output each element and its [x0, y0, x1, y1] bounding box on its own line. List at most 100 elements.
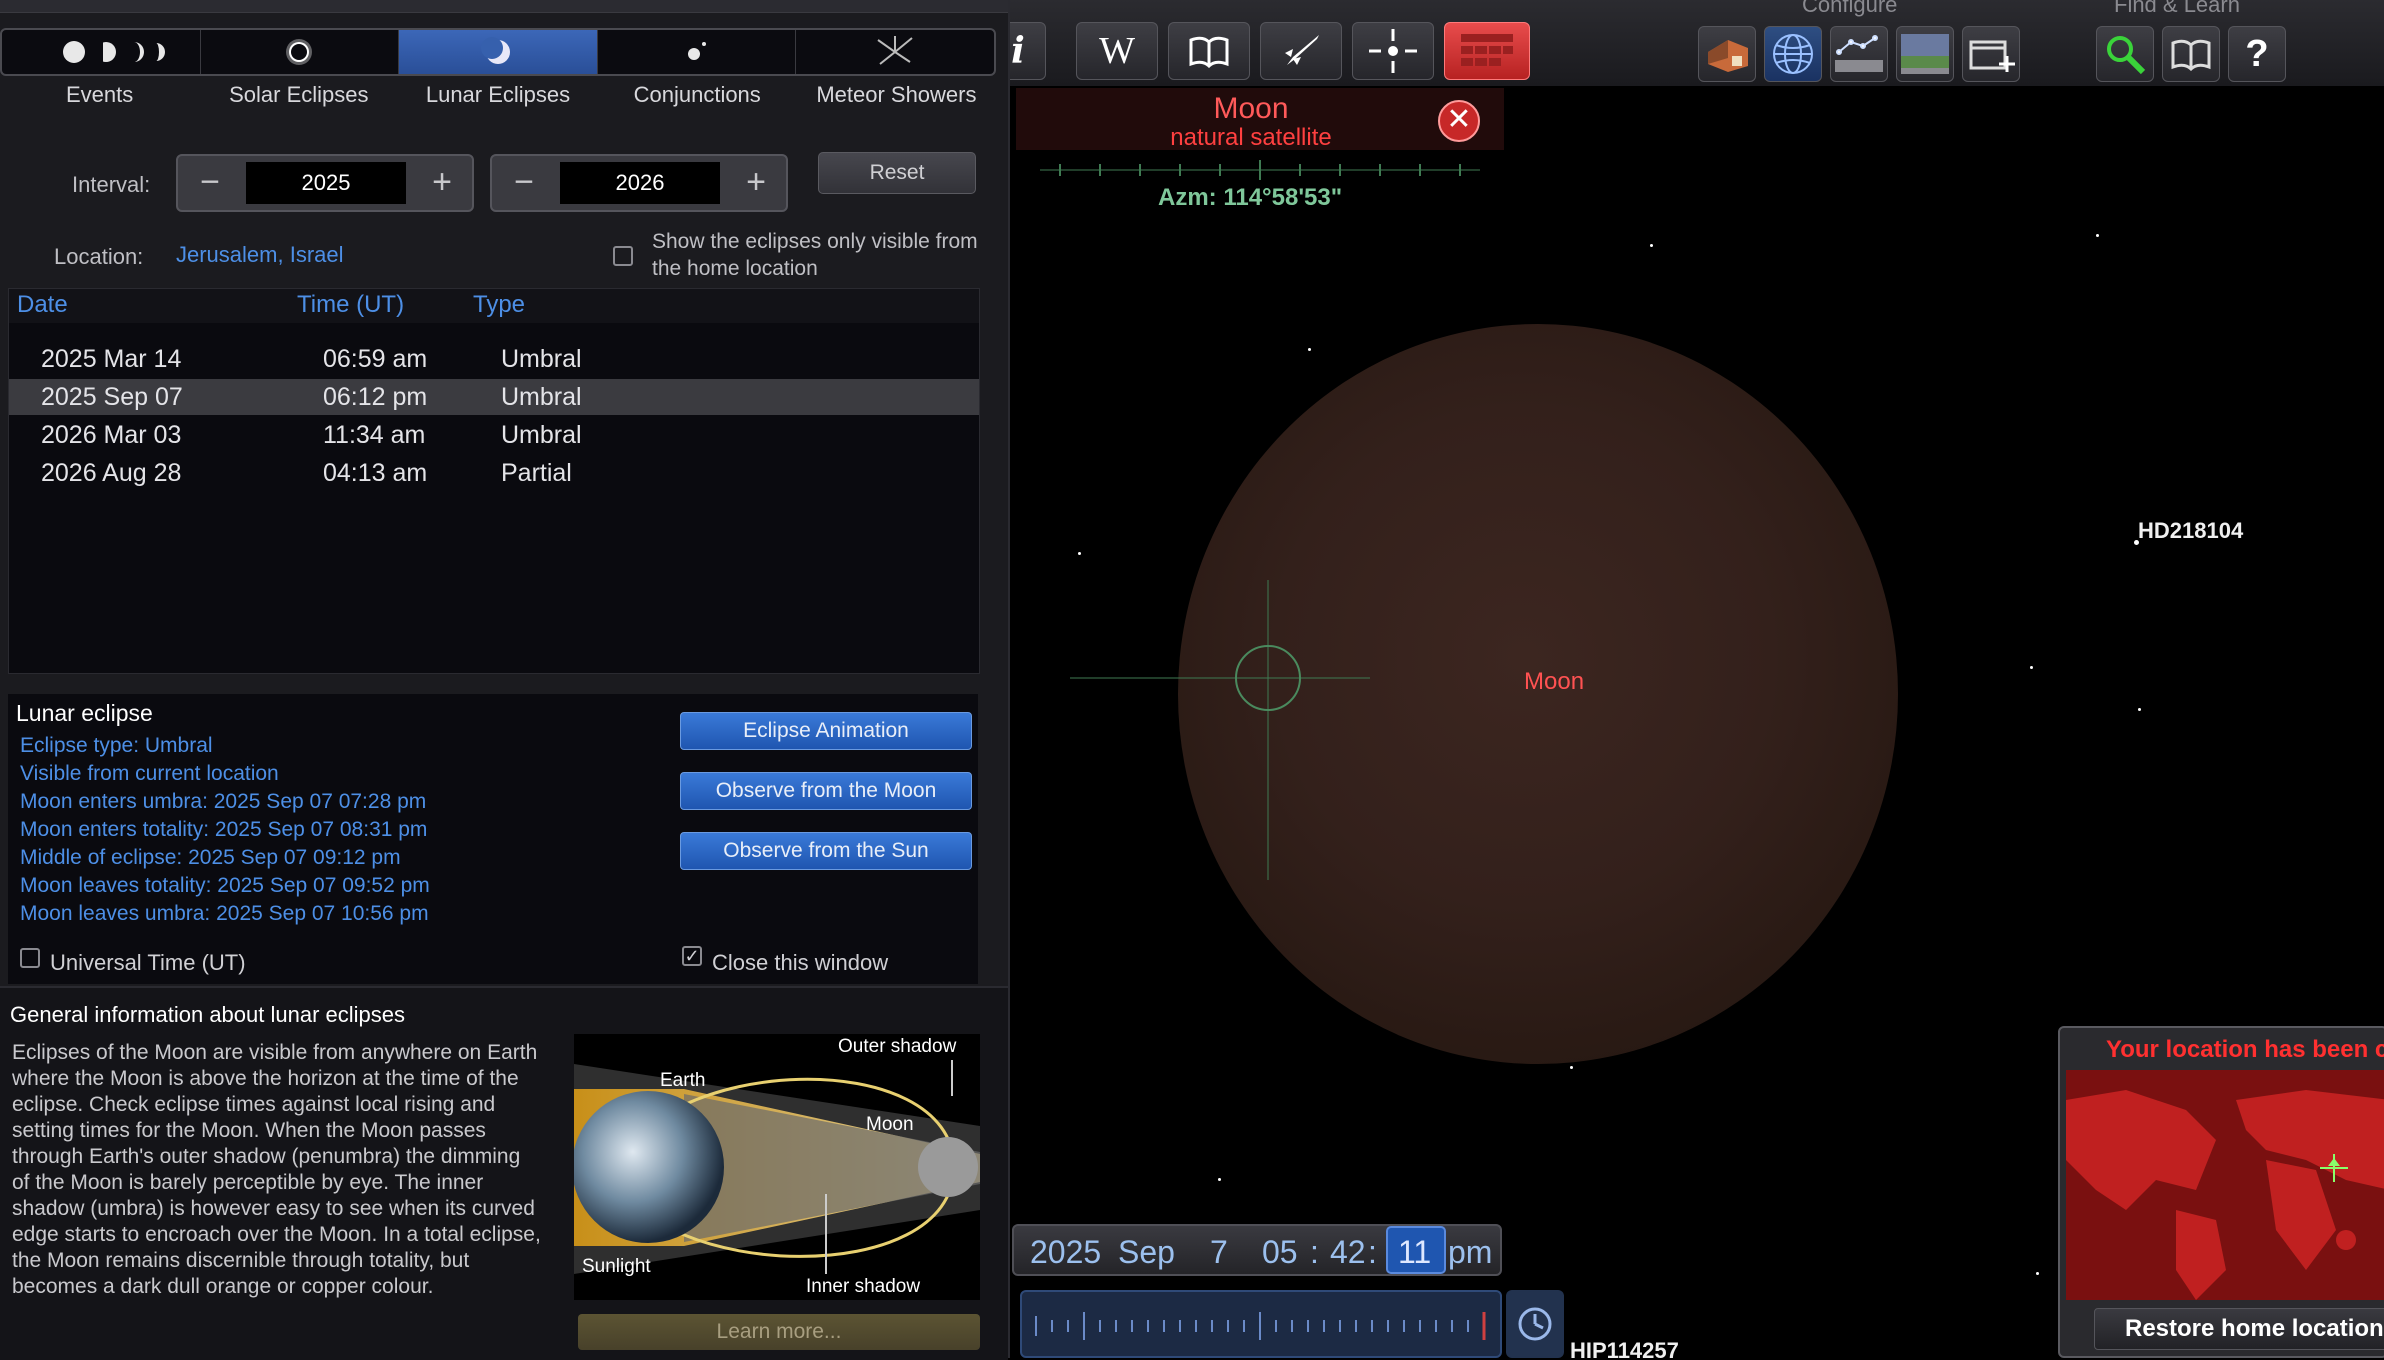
time-day[interactable]: 7: [1210, 1234, 1228, 1271]
target-reticle: [1070, 580, 1370, 880]
tab-conjunctions[interactable]: [598, 30, 797, 74]
start-year-decrement-button[interactable]: −: [190, 162, 230, 204]
star-label-hip114257: HIP114257: [1570, 1338, 1679, 1358]
clock-icon: [1518, 1307, 1552, 1341]
learn-book-button[interactable]: [2162, 26, 2220, 82]
eclipse-animation-button[interactable]: Eclipse Animation: [680, 712, 972, 750]
calendar-events-button[interactable]: [1444, 22, 1530, 80]
tab-label-solar-eclipses[interactable]: Solar Eclipses: [199, 82, 398, 112]
meteor-icon: [877, 36, 913, 65]
time-flow-slider[interactable]: [1020, 1290, 1502, 1358]
end-year-field[interactable]: 2026: [560, 162, 720, 204]
eclipse-panel: Events Solar Eclipses Lunar Eclipses Con…: [0, 0, 1010, 1360]
coordinate-grid-button[interactable]: [1764, 26, 1822, 82]
event-tabs: [0, 28, 996, 76]
moon-label: Moon: [1524, 668, 1585, 695]
time-year[interactable]: 2025: [1030, 1234, 1101, 1271]
globe-grid-icon: [1773, 34, 1813, 74]
tab-label-meteor-showers[interactable]: Meteor Showers: [797, 82, 996, 112]
time-separator: :: [1310, 1234, 1319, 1270]
home-visibility-checkbox[interactable]: [613, 246, 633, 266]
close-object-button[interactable]: ✕: [1438, 100, 1480, 142]
star: [2096, 234, 2099, 237]
tab-label-lunar-eclipses[interactable]: Lunar Eclipses: [398, 82, 597, 112]
earth-label: Earth: [660, 1070, 706, 1091]
eclipse-diagram: Outer shadow Earth Moon Sunlight Inner s…: [572, 1034, 980, 1300]
search-button[interactable]: [2096, 26, 2154, 82]
inner-shadow-label: Inner shadow: [806, 1276, 921, 1297]
table-row-selected[interactable]: 2025 Sep 07 06:12 pm Umbral: [9, 379, 979, 415]
tab-label-conjunctions[interactable]: Conjunctions: [598, 82, 797, 112]
time-second-field[interactable]: 11: [1386, 1226, 1446, 1274]
tab-solar-eclipses[interactable]: [201, 30, 400, 74]
observe-from-moon-button[interactable]: Observe from the Moon: [680, 772, 972, 810]
start-year-increment-button[interactable]: +: [422, 162, 462, 204]
new-window-button[interactable]: [1962, 26, 2020, 82]
time-ampm[interactable]: pm: [1448, 1234, 1492, 1271]
general-info-text: Eclipses of the Moon are visible from an…: [12, 1041, 541, 1298]
world-map[interactable]: [2066, 1070, 2384, 1300]
center-object-button[interactable]: [1352, 22, 1434, 80]
detail-enters-totality: Moon enters totality: 2025 Sep 07 08:31 …: [20, 818, 428, 841]
house-icon: [1708, 40, 1748, 72]
general-info-title: General information about lunar eclipses: [10, 1002, 406, 1027]
tab-label-events[interactable]: Events: [0, 82, 199, 112]
lunar-eclipse-icon: [480, 37, 510, 64]
constellations-button[interactable]: [1830, 26, 1888, 82]
wikipedia-button[interactable]: W: [1076, 22, 1158, 80]
reset-button[interactable]: Reset: [818, 152, 976, 194]
start-year-stepper: − 2025 +: [176, 154, 474, 212]
end-year-increment-button[interactable]: +: [736, 162, 776, 204]
row-date: 2026 Aug 28: [41, 459, 182, 487]
star: [2138, 708, 2141, 711]
sunlight-label: Sunlight: [582, 1256, 651, 1277]
encyclopedia-button[interactable]: [1168, 22, 1250, 80]
moon-phases-icon: [62, 40, 165, 64]
end-year-stepper: − 2026 +: [490, 154, 788, 212]
object-info-panel: Moon natural satellite: [1016, 88, 1504, 151]
time-hour[interactable]: 05: [1262, 1234, 1298, 1271]
spaceship-button[interactable]: [1260, 22, 1342, 80]
star: [1218, 1178, 1221, 1181]
table-row[interactable]: 2025 Mar 14 06:59 am Umbral: [9, 341, 979, 377]
learn-more-button[interactable]: Learn more...: [578, 1314, 980, 1350]
start-year-field[interactable]: 2025: [246, 162, 406, 204]
azimuth-readout: Azm: 114°58'53": [1158, 184, 1343, 211]
star: [1650, 244, 1653, 247]
location-label: Location:: [54, 244, 144, 269]
end-year-decrement-button[interactable]: −: [504, 162, 544, 204]
search-icon: [2107, 36, 2146, 75]
time-month[interactable]: Sep: [1118, 1234, 1175, 1271]
row-type: Umbral: [501, 383, 582, 411]
landscape-button[interactable]: [1896, 26, 1954, 82]
time-control-button[interactable]: [1506, 1290, 1564, 1358]
tab-lunar-eclipses[interactable]: [399, 30, 598, 74]
observe-from-sun-button[interactable]: Observe from the Sun: [680, 832, 972, 870]
tab-events[interactable]: [2, 30, 201, 74]
detail-eclipse-type: Eclipse type: Umbral: [20, 734, 213, 757]
find-learn-group-label: Find & Learn: [2114, 0, 2240, 17]
star: [1308, 348, 1311, 351]
time-minute[interactable]: 42: [1330, 1234, 1366, 1271]
help-button[interactable]: ?: [2228, 26, 2286, 82]
sky-view[interactable]: Configure Find & Learn i W ? Moon natura…: [1010, 0, 2384, 1358]
world-map-shapes: [2066, 1070, 2384, 1300]
column-header-type[interactable]: Type: [473, 291, 525, 319]
table-row[interactable]: 2026 Aug 28 04:13 am Partial: [9, 455, 979, 491]
row-time: 06:59 am: [323, 345, 428, 373]
column-header-time[interactable]: Time (UT): [297, 291, 404, 319]
table-row[interactable]: 2026 Mar 03 11:34 am Umbral: [9, 417, 979, 453]
tab-meteor-showers[interactable]: [796, 30, 994, 74]
column-header-date[interactable]: Date: [17, 291, 68, 319]
crosshair-icon: [1369, 29, 1417, 73]
location-link[interactable]: Jerusalem, Israel: [176, 242, 344, 268]
close-window-checkbox[interactable]: ✓: [682, 946, 702, 966]
constellation-lines-icon: [1835, 35, 1883, 72]
restore-home-location-button[interactable]: Restore home location: [2094, 1308, 2384, 1350]
info-icon: i: [1011, 30, 1025, 72]
info-button[interactable]: i: [1010, 22, 1046, 80]
universal-time-checkbox[interactable]: [20, 948, 40, 968]
row-time: 06:12 pm: [323, 383, 428, 411]
location-button[interactable]: [1698, 26, 1756, 82]
solar-eclipse-icon: [286, 39, 313, 65]
